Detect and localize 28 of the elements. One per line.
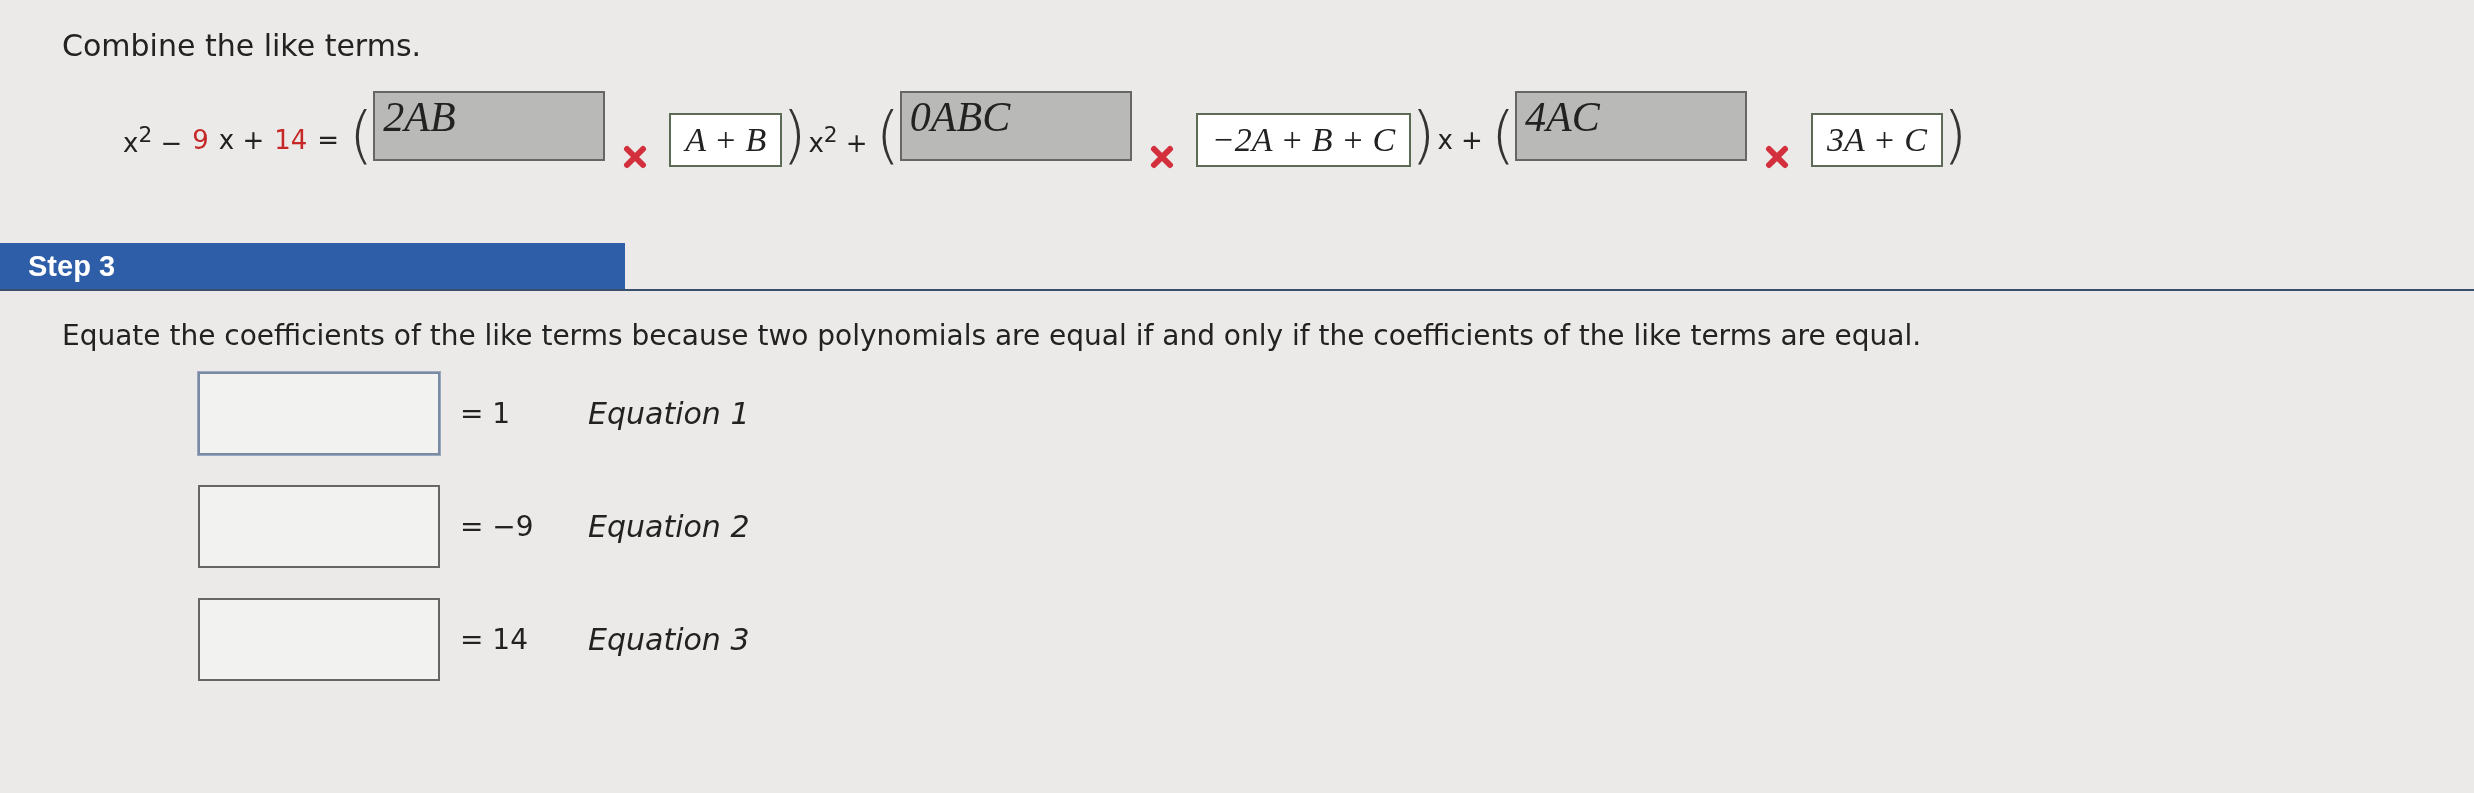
equation-term: 9 [192, 125, 210, 155]
variable-term: x$^{2}$ + [807, 122, 869, 158]
step-header: Step 3 [0, 243, 625, 289]
equation-value: = −9 [459, 510, 535, 543]
input-field[interactable] [198, 485, 440, 568]
parenthesis: ) [782, 104, 807, 166]
equation-value: = 14 [459, 623, 529, 656]
input-field[interactable] [198, 372, 440, 455]
parenthesis: ( [1490, 104, 1516, 166]
equation-label: Equation 3 [588, 622, 750, 657]
parenthesis: ) [1411, 104, 1436, 166]
factor-answer: 3A + C [1811, 113, 1943, 167]
equation-term: = [317, 125, 341, 155]
parenthesis: ( [349, 104, 374, 166]
equation-label: Equation 2 [588, 509, 750, 544]
factor-answer: A + B [669, 113, 783, 167]
equation-term: 14 [274, 125, 309, 155]
equation-label: Equation 1 [588, 396, 750, 431]
factor-answer: −2A + B + C [1195, 113, 1412, 167]
instruction-text: Combine the like terms. [62, 28, 423, 63]
equation-value: = 1 [459, 397, 512, 430]
step-description: Equate the coefficients of the like terms because two polynomials are equal if and only if the coefficients of the like terms are equal. [62, 319, 1923, 352]
variable-term: x + [1436, 125, 1484, 155]
equation-term: x$^{2}$ − [123, 122, 184, 158]
equation-term: x + [218, 125, 266, 155]
parenthesis: ( [875, 104, 900, 166]
parenthesis: ) [1942, 104, 1968, 166]
input-field[interactable] [198, 598, 440, 681]
